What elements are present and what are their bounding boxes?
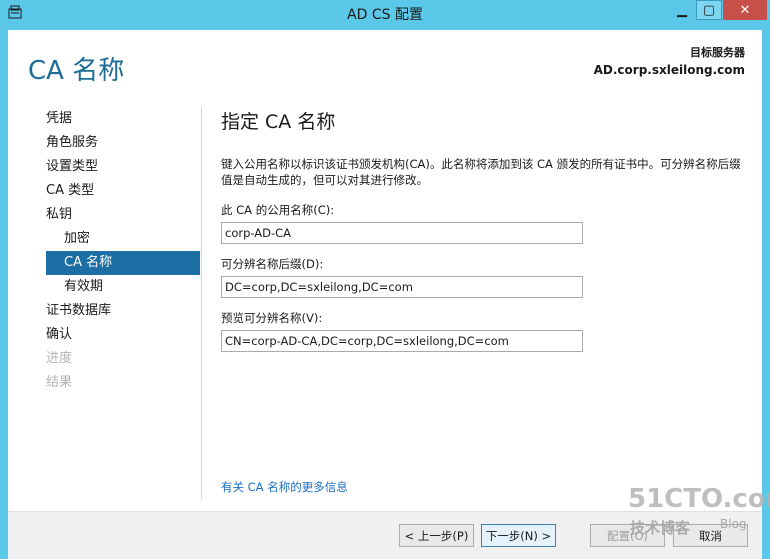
nav-item-cryptography[interactable]: 加密: [46, 227, 200, 251]
wizard-client-area: CA 名称 目标服务器 AD.corp.sxleilong.com 凭据 角色服…: [8, 30, 762, 559]
nav-item-validity-period[interactable]: 有效期: [46, 275, 200, 299]
previous-button[interactable]: < 上一步(P): [399, 524, 474, 547]
dn-suffix-label: 可分辨名称后缀(D):: [221, 257, 324, 271]
wizard-nav: 凭据 角色服务 设置类型 CA 类型 私钥 加密 CA 名称 有效期 证书数据库…: [46, 107, 200, 395]
target-server-label: 目标服务器: [690, 46, 745, 59]
maximize-icon: ▢: [702, 2, 716, 18]
nav-item-progress: 进度: [46, 351, 73, 366]
common-name-input[interactable]: [221, 222, 583, 244]
configure-button[interactable]: 配置(O): [590, 524, 665, 547]
dn-suffix-input[interactable]: [221, 276, 583, 298]
maximize-button[interactable]: ▢: [696, 0, 722, 20]
title-bar: AD CS 配置 ▁ ▢ ✕: [0, 0, 770, 24]
wizard-footer: < 上一步(P) 下一步(N) > 配置(O) 取消: [8, 511, 762, 559]
cancel-button[interactable]: 取消: [673, 524, 748, 547]
common-name-label: 此 CA 的公用名称(C):: [221, 203, 335, 217]
content-panel: 指定 CA 名称 键入公用名称以标识该证书颁发机构(CA)。此名称将添加到该 C…: [221, 107, 751, 352]
nav-item-confirmation[interactable]: 确认: [46, 323, 200, 347]
nav-item-setup-type[interactable]: 设置类型: [46, 155, 200, 179]
nav-item-credentials[interactable]: 凭据: [46, 107, 200, 131]
window-title: AD CS 配置: [347, 7, 423, 23]
close-icon: ✕: [739, 2, 751, 18]
nav-item-ca-type[interactable]: CA 类型: [46, 179, 200, 203]
nav-item-role-services[interactable]: 角色服务: [46, 131, 200, 155]
nav-item-certificate-database[interactable]: 证书数据库: [46, 299, 200, 323]
section-heading: 指定 CA 名称: [221, 111, 336, 133]
nav-item-results: 结果: [46, 375, 73, 390]
nav-item-ca-name[interactable]: CA 名称: [46, 251, 200, 275]
nav-item-private-key[interactable]: 私钥: [46, 203, 200, 227]
next-button[interactable]: 下一步(N) >: [481, 524, 556, 547]
page-title: CA 名称: [28, 56, 125, 86]
description-text: 键入公用名称以标识该证书颁发机构(CA)。此名称将添加到该 CA 颁发的所有证书…: [221, 157, 741, 187]
preview-dn-label: 预览可分辨名称(V):: [221, 311, 323, 325]
close-button[interactable]: ✕: [723, 0, 767, 20]
target-server-name: AD.corp.sxleilong.com: [593, 63, 745, 77]
more-info-link[interactable]: 有关 CA 名称的更多信息: [221, 479, 348, 495]
minimize-button[interactable]: ▁: [669, 0, 695, 20]
nav-divider: [201, 107, 202, 499]
preview-dn-field[interactable]: [221, 330, 583, 352]
minimize-icon: ▁: [677, 2, 687, 18]
